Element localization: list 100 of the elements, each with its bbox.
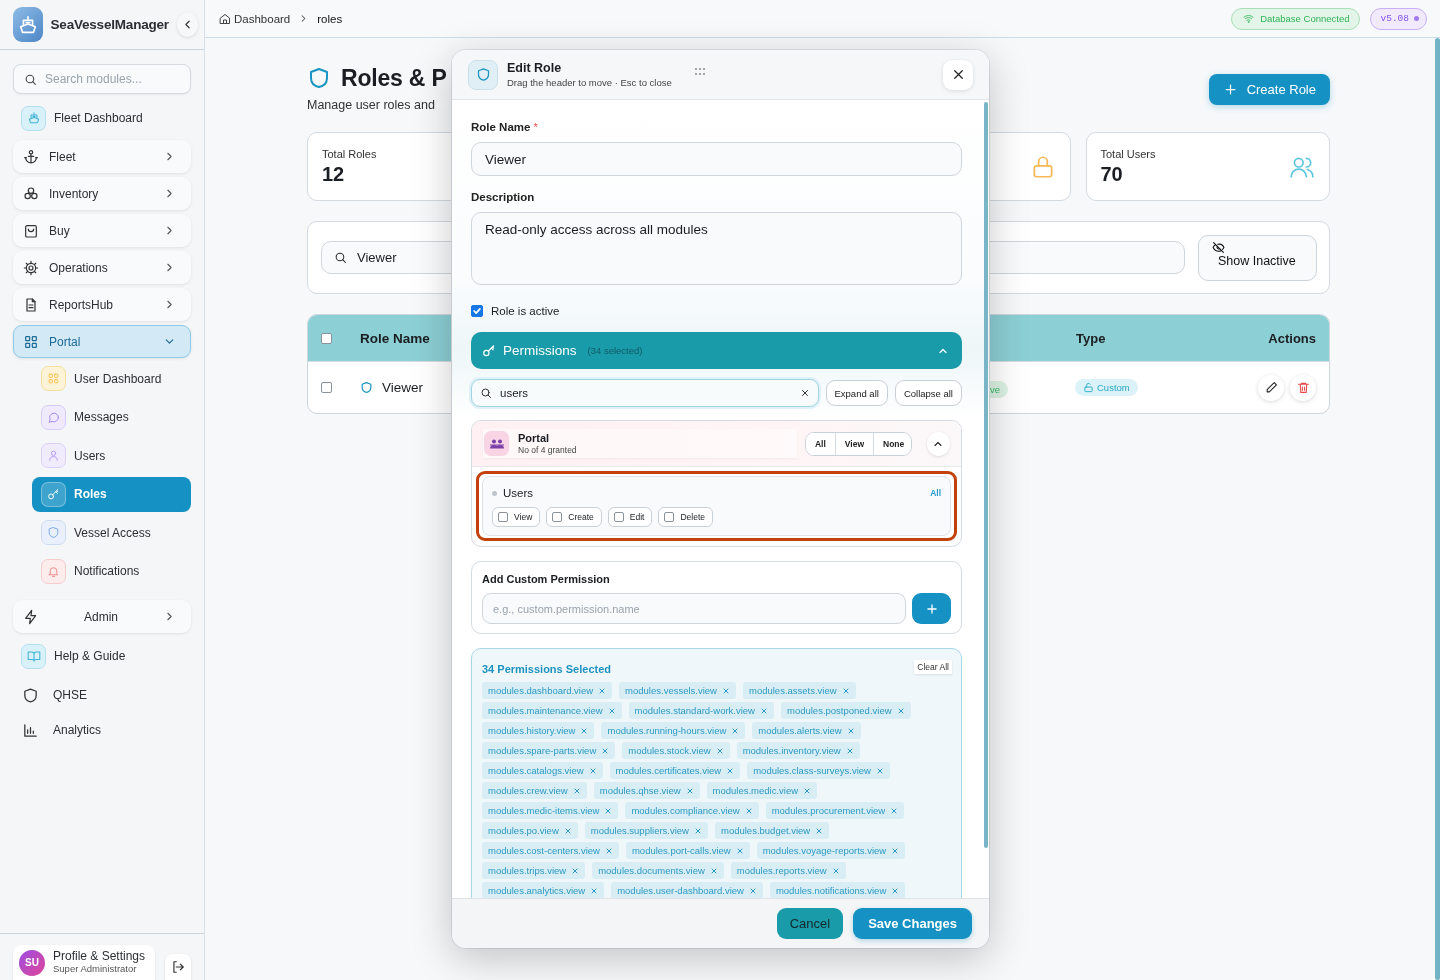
- description-field[interactable]: Read-only access across all modules: [471, 212, 962, 285]
- eye-off-icon: [1212, 240, 1225, 254]
- permission-tag[interactable]: modules.spare-parts.view: [482, 742, 616, 759]
- collapse-all-button[interactable]: Collapse all: [894, 380, 962, 406]
- nav-link[interactable]: Roles: [32, 476, 191, 512]
- close-button[interactable]: [943, 59, 973, 90]
- permission-tag[interactable]: modules.port-calls.view: [625, 842, 750, 859]
- nav-group[interactable]: Operations: [13, 251, 191, 284]
- permission-tag[interactable]: modules.assets.view: [742, 682, 856, 699]
- scrollbar[interactable]: [1435, 38, 1440, 980]
- permission-toggle[interactable]: Create: [546, 507, 602, 527]
- checkbox[interactable]: [321, 332, 332, 344]
- bag-icon: [23, 222, 39, 239]
- profile-button[interactable]: SU Profile & Settings Super Administrator: [13, 945, 156, 980]
- permission-tag[interactable]: modules.alerts.view: [752, 722, 861, 739]
- add-button[interactable]: [912, 593, 951, 624]
- permission-tag[interactable]: modules.standard-work.view: [628, 702, 774, 719]
- permission-tag[interactable]: modules.notifications.view: [769, 882, 906, 898]
- permission-tag[interactable]: modules.compliance.view: [625, 802, 759, 819]
- permission-toggle[interactable]: Edit: [607, 507, 653, 527]
- trash-icon: [1296, 381, 1310, 394]
- permission-tag[interactable]: modules.trips.view: [482, 862, 586, 879]
- permission-tag[interactable]: modules.class-surveys.view: [747, 762, 890, 779]
- permission-tag[interactable]: modules.documents.view: [592, 862, 724, 879]
- permission-tag[interactable]: modules.postponed.view: [781, 702, 911, 719]
- save-button[interactable]: Save Changes: [853, 908, 972, 939]
- custom-permission-field[interactable]: e.g., custom.permission.name: [482, 593, 906, 624]
- permission-tag[interactable]: modules.crew.view: [482, 782, 587, 799]
- permission-tag[interactable]: modules.running-hours.view: [601, 722, 746, 739]
- nav-group[interactable]: Admin: [13, 600, 191, 633]
- edit-button[interactable]: [1258, 374, 1284, 401]
- clear-all-button[interactable]: Clear All: [914, 660, 952, 674]
- chat-icon: [41, 404, 66, 430]
- permission-tag[interactable]: modules.analytics.view: [482, 882, 605, 898]
- nav-link[interactable]: Messages: [32, 399, 191, 435]
- permission-tag[interactable]: modules.catalogs.view: [482, 762, 603, 779]
- permission-tag[interactable]: modules.cost-centers.view: [482, 842, 619, 859]
- permission-tag[interactable]: modules.vessels.view: [619, 682, 736, 699]
- checkbox[interactable]: [613, 512, 624, 522]
- nav-link[interactable]: Vessel Access: [32, 515, 191, 550]
- permission-tag[interactable]: modules.budget.view: [715, 822, 830, 839]
- checkbox[interactable]: [471, 305, 483, 317]
- permission-tag[interactable]: modules.po.view: [482, 822, 578, 839]
- nav-group[interactable]: ReportsHub: [13, 288, 191, 321]
- permission-tag[interactable]: modules.voyage-reports.view: [756, 842, 906, 859]
- collapse-button[interactable]: [926, 431, 950, 456]
- permission-tag[interactable]: modules.dashboard.view: [482, 682, 613, 699]
- search-field[interactable]: Search modules...: [13, 64, 191, 94]
- expand-all-button[interactable]: Expand all: [825, 380, 888, 406]
- breadcrumb-link[interactable]: Dashboard: [219, 12, 291, 25]
- nav-group[interactable]: Inventory: [13, 177, 191, 210]
- checkbox[interactable]: [321, 382, 332, 393]
- nav-link[interactable]: QHSE: [13, 681, 191, 709]
- remove-icon: [588, 766, 597, 775]
- group-name: Portal: [518, 432, 551, 444]
- remove-icon: [831, 866, 840, 875]
- permission-tag[interactable]: modules.user-dashboard.view: [611, 882, 763, 898]
- checkbox[interactable]: [664, 512, 675, 522]
- nav-group[interactable]: Fleet: [13, 140, 191, 173]
- permission-tag[interactable]: modules.qhse.view: [593, 782, 700, 799]
- type-badge: Custom: [1075, 379, 1138, 396]
- permission-tag[interactable]: modules.maintenance.view: [482, 702, 622, 719]
- permission-tag[interactable]: modules.stock.view: [622, 742, 730, 759]
- permission-search-field[interactable]: users: [471, 379, 819, 407]
- collapse-sidebar-button[interactable]: [176, 12, 198, 37]
- role-name-field[interactable]: Viewer: [471, 142, 962, 176]
- home-icon: [219, 12, 231, 25]
- logout-button[interactable]: [165, 954, 191, 980]
- cancel-button[interactable]: Cancel: [776, 908, 844, 939]
- field-label: Role Name: [471, 120, 531, 134]
- create-role-button[interactable]: Create Role: [1208, 74, 1330, 105]
- permission-toggle[interactable]: View: [492, 507, 541, 527]
- drag-handle-icon[interactable]: [694, 68, 705, 75]
- app-name: SeaVesselManager: [50, 17, 169, 32]
- search-icon: [334, 251, 347, 264]
- nav-link[interactable]: Analytics: [13, 716, 191, 744]
- nav-group[interactable]: Buy: [13, 214, 191, 247]
- delete-button[interactable]: [1290, 374, 1316, 401]
- scrollbar[interactable]: [984, 102, 988, 848]
- checkbox[interactable]: [552, 512, 563, 522]
- nav-link[interactable]: Help & Guide: [13, 642, 191, 670]
- nav-link[interactable]: Users: [32, 438, 191, 473]
- nav-group[interactable]: Portal: [13, 325, 191, 358]
- permission-tag[interactable]: modules.suppliers.view: [584, 822, 708, 839]
- permission-tag[interactable]: modules.medic.view: [706, 782, 818, 799]
- permission-tag[interactable]: modules.procurement.view: [765, 802, 905, 819]
- nav-link[interactable]: User Dashboard: [32, 361, 191, 396]
- permission-tag[interactable]: modules.medic-items.view: [482, 802, 619, 819]
- select-all-link[interactable]: All: [930, 488, 941, 498]
- permission-tag[interactable]: modules.certificates.view: [609, 762, 741, 779]
- nav-link[interactable]: Notifications: [32, 553, 191, 589]
- nav-link[interactable]: Fleet Dashboard: [13, 104, 191, 132]
- search-icon: [480, 387, 492, 399]
- checkbox[interactable]: [498, 512, 508, 522]
- permission-toggle[interactable]: Delete: [658, 507, 714, 527]
- permission-tag[interactable]: modules.reports.view: [730, 862, 846, 879]
- permission-tag[interactable]: modules.history.view: [482, 722, 595, 739]
- permission-tag[interactable]: modules.inventory.view: [736, 742, 860, 759]
- permissions-header[interactable]: Permissions (34 selected): [471, 332, 962, 369]
- bulk-select-button[interactable]: None: [873, 432, 911, 455]
